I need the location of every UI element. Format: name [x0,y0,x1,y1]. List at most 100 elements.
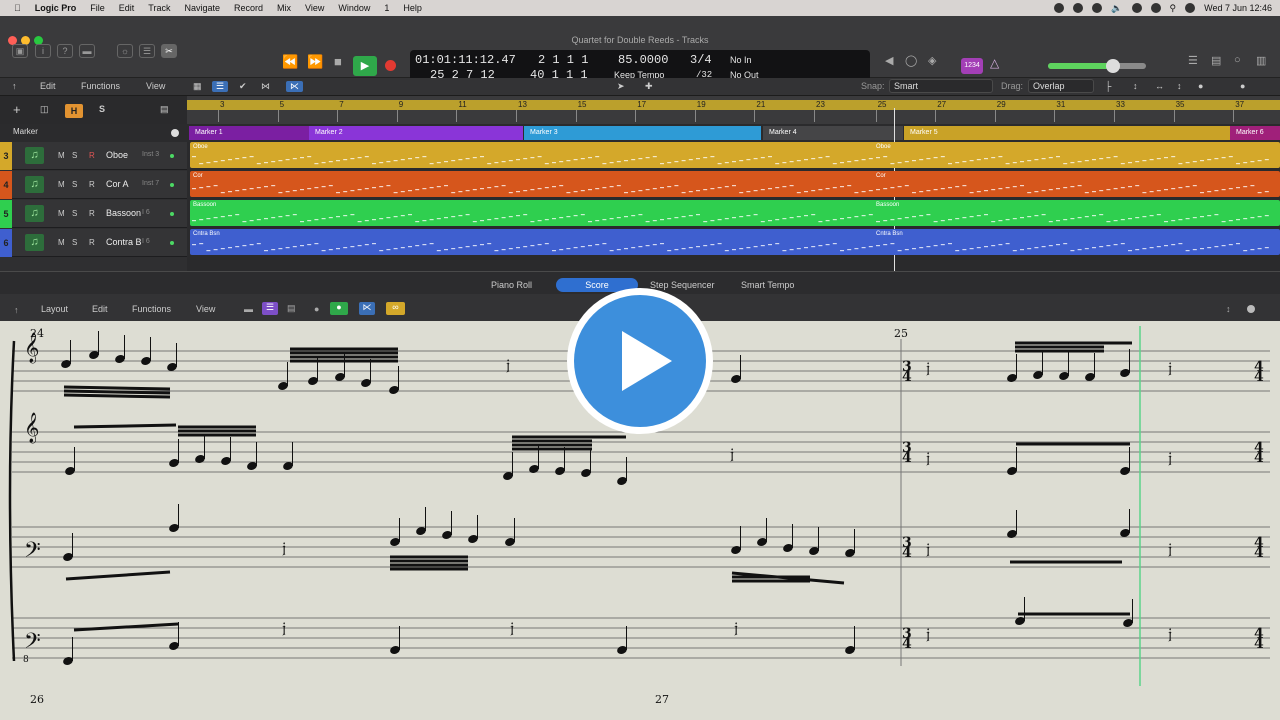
menu-record[interactable]: Record [234,3,263,13]
marker-6[interactable]: Marker 6 [1230,126,1280,140]
clock[interactable]: Wed 7 Jun 12:46 [1204,3,1272,13]
mixer-icon[interactable]: ☰ [139,44,155,58]
solo-button[interactable]: S [72,180,77,189]
track-header[interactable]: 3 ♫ M S R Oboe Inst 3 [0,142,187,170]
marker-1[interactable]: Marker 1 [189,126,309,140]
drag-select[interactable]: Overlap [1028,79,1094,93]
library-icon[interactable]: ▣ [12,44,28,58]
track-header[interactable]: 5 ♫ M S R Bassoon I 6 [0,200,187,228]
marker-5[interactable]: Marker 5 [904,126,1230,140]
solo-button[interactable]: S [72,151,77,160]
cycle-icon[interactable]: ◀ [885,54,893,67]
instrument-icon[interactable]: ♫ [25,234,44,251]
list-view-icon[interactable]: ☰ [212,81,229,92]
horizontal-zoom-icon[interactable]: ↔ [1155,81,1164,91]
control-icon[interactable] [1092,3,1103,13]
volume-icon[interactable]: 🔈 [1111,3,1122,14]
editor-view-menu[interactable]: View [196,304,215,314]
loop-browser-icon[interactable]: ○ [1234,54,1241,66]
editor-zoom-slider[interactable] [1247,305,1255,313]
back-icon[interactable]: ↑ [12,81,17,91]
midi-in-icon[interactable]: ● [314,304,319,314]
mute-button[interactable]: M [58,180,65,189]
app-menu[interactable]: Logic Pro [35,3,77,13]
menu-window[interactable]: Window [338,3,370,13]
snap-select[interactable]: Smart [889,79,993,93]
bluetooth-icon[interactable] [1131,3,1142,13]
add-track-icon[interactable]: + [13,102,21,117]
count-in-badge[interactable]: 1234 [961,58,983,74]
play-button[interactable]: ▶ [353,56,377,76]
marker-4[interactable]: Marker 4 [763,126,903,140]
menu-help[interactable]: Help [403,3,422,13]
vertical-zoom-arrow-icon[interactable]: ↕ [1177,81,1182,91]
editors-icon[interactable]: ✂ [161,44,177,58]
menu-view[interactable]: View [305,3,324,13]
track-region[interactable]: Bassoon Bassoon [190,200,1280,226]
editor-back-icon[interactable]: ↑ [14,305,19,315]
link-icon[interactable]: ∞ [386,302,405,315]
mute-button[interactable]: M [58,238,65,247]
hide-button[interactable]: H [65,104,83,118]
menu-edit[interactable]: Edit [119,3,135,13]
inspector-icon[interactable]: i [35,44,51,58]
master-volume-slider[interactable] [1048,59,1146,73]
video-play-button[interactable] [574,295,706,427]
automation-icon[interactable]: ✔ [239,81,247,92]
instrument-icon[interactable]: ♫ [25,176,44,193]
instrument-icon[interactable]: ♫ [25,205,44,222]
notepad-icon[interactable]: ▤ [1211,54,1221,67]
record-button[interactable] [385,60,396,71]
menu-1[interactable]: 1 [384,3,389,13]
mute-button[interactable]: M [58,151,65,160]
smart-controls-icon[interactable]: ☼ [117,44,133,58]
layout-menu[interactable]: Layout [41,304,68,314]
master-volume-knob[interactable] [1106,59,1120,73]
track-region[interactable]: Cntra Bsn Cntra Bsn [190,229,1280,255]
solo-all-button[interactable]: S [99,104,105,114]
secondary-tool-icon[interactable]: ✚ [645,81,653,92]
track-name[interactable]: Bassoon [106,208,141,218]
editor-edit-menu[interactable]: Edit [92,304,108,314]
record-enable-button[interactable]: R [89,151,95,160]
help-icon[interactable]: ? [57,44,73,58]
marker-2[interactable]: Marker 2 [309,126,523,140]
list-editors-icon[interactable]: ☰ [1188,54,1198,67]
tab-piano-roll[interactable]: Piano Roll [481,278,542,292]
instrument-icon[interactable]: ♫ [25,147,44,164]
view-menu[interactable]: View [146,81,165,91]
waveform-zoom-icon[interactable]: ├ [1105,81,1111,91]
control-center-icon[interactable] [1185,3,1196,13]
grid-view-icon[interactable]: ▦ [193,81,202,92]
forward-button[interactable]: ⏩ [307,54,323,70]
functions-menu[interactable]: Functions [81,81,120,91]
solo-button[interactable]: S [72,238,77,247]
track-name[interactable]: Cor A [106,179,129,189]
record-enable-button[interactable]: R [89,238,95,247]
page-view-icon[interactable]: ☰ [262,302,278,315]
stop-button[interactable]: ■ [334,54,342,69]
record-enable-button[interactable]: R [89,209,95,218]
apple-menu-icon[interactable]:  [14,3,21,13]
catch-editor-icon[interactable]: ⋉ [359,302,375,315]
track-name[interactable]: Oboe [106,150,128,160]
toolbar-icon[interactable]: ▬ [79,44,95,58]
flex-icon[interactable]: ⋈ [261,81,270,92]
track-region[interactable]: Cor Cor [190,171,1280,197]
rewind-button[interactable]: ⏪ [282,54,298,70]
ruler[interactable]: 3 5 7 9 11 13 15 17 19 21 23 25 27 29 31 33 35 37 [187,96,1280,124]
edit-menu[interactable]: Edit [40,81,56,91]
duplicate-track-icon[interactable]: ◫ [40,104,49,115]
add-marker-icon[interactable] [171,129,179,137]
linear-view-icon[interactable]: ▬ [244,304,253,314]
tab-smart-tempo[interactable]: Smart Tempo [731,278,804,292]
record-enable-button[interactable]: R [89,180,95,189]
editor-zoom-icon[interactable]: ↕ [1226,304,1231,314]
metronome-icon[interactable]: ◯ [905,54,917,67]
menu-track[interactable]: Track [148,3,170,13]
vertical-zoom-icon[interactable]: ↕ [1133,81,1138,91]
browser-icon[interactable]: ▥ [1256,54,1266,67]
warning-icon[interactable]: △ [990,56,999,70]
track-header[interactable]: 6 ♫ M S R Contra BI 6 [0,229,187,257]
score-set-icon[interactable]: ▤ [287,303,296,314]
